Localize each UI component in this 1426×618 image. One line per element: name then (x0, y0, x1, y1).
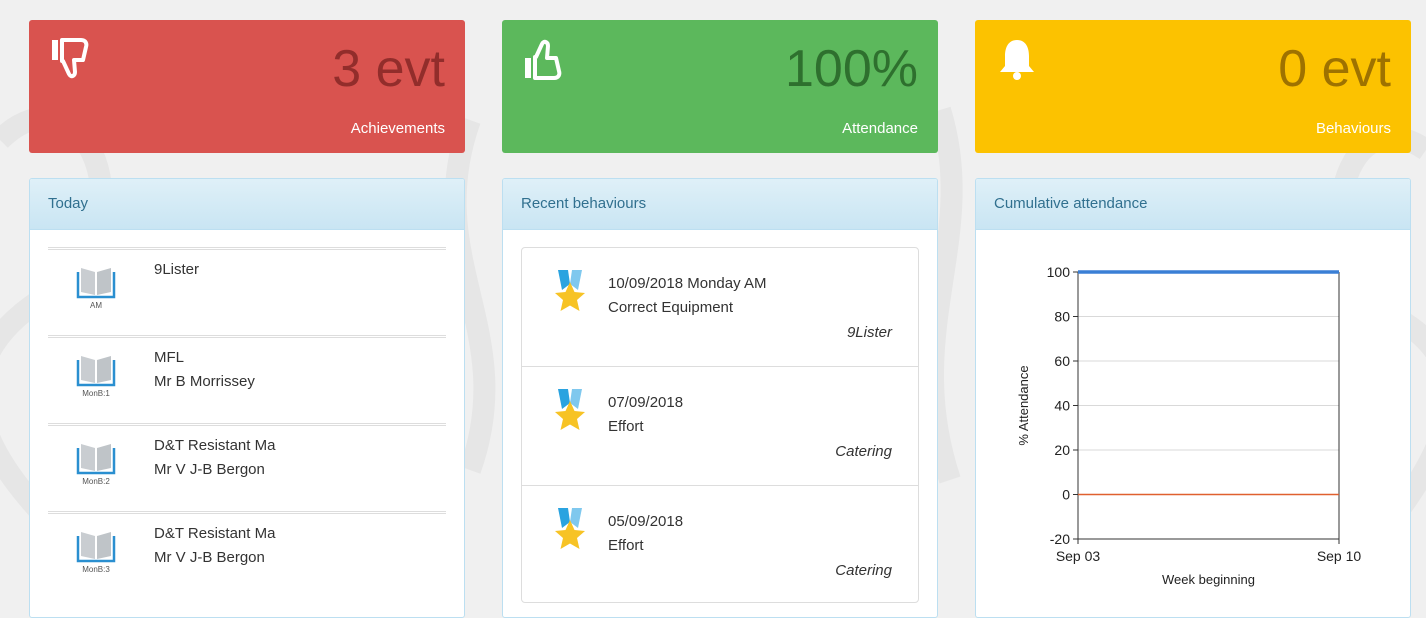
behaviours-tile[interactable]: 0 evt Behaviours (975, 20, 1411, 153)
behaviour-item[interactable]: 10/09/2018 Monday AM Correct Equipment 9… (522, 248, 918, 367)
cumulative-attendance-title: Cumulative attendance (976, 179, 1410, 230)
today-item-title: 9Lister (154, 261, 200, 278)
recent-behaviours-panel: Recent behaviours 10/09/2018 Monday AM C… (502, 178, 938, 618)
behaviour-location: 9Lister (846, 324, 892, 341)
attendance-tile[interactable]: 100% Attendance (502, 20, 938, 153)
achievements-label: Achievements (350, 120, 445, 137)
behaviour-location: Catering (835, 443, 892, 460)
medal-icon (555, 270, 585, 311)
cumulative-attendance-chart: -20 0 20 40 60 80 100 Sep 03 Sep 10 Week beginnin… (1016, 264, 1362, 587)
today-panel: Today AM 9Lister MonB:1 MFL Mr B Morriss… (29, 178, 465, 618)
behaviours-label: Behaviours (1315, 120, 1391, 137)
book-icon (76, 444, 116, 475)
achievements-tile[interactable]: 3 evt Achievements (29, 20, 465, 153)
book-icon (76, 356, 116, 387)
recent-behaviours-list: 10/09/2018 Monday AM Correct Equipment 9… (521, 247, 919, 603)
chart-y-tick-label: 0 (1062, 487, 1070, 503)
chart-x-tick-label: Sep 03 (1056, 548, 1101, 564)
behaviour-description: Effort (608, 418, 644, 435)
chart-y-tick-label: 100 (1047, 264, 1071, 280)
chart-y-tick-label: -20 (1050, 531, 1070, 547)
attendance-label: Attendance (842, 120, 918, 137)
today-list: AM 9Lister MonB:1 MFL Mr B Morrissey Mon… (48, 247, 446, 599)
thumbs-down-icon (52, 38, 89, 79)
behaviour-item[interactable]: 07/09/2018 Effort Catering (522, 367, 918, 486)
today-item-teacher: Mr V J-B Bergon (154, 549, 265, 566)
today-item-slot: MonB:2 (82, 477, 110, 486)
behaviour-item[interactable]: 05/09/2018 Effort Catering (522, 486, 918, 604)
behaviour-location: Catering (835, 562, 892, 579)
chart-y-tick-label: 60 (1054, 353, 1070, 369)
cumulative-attendance-panel: Cumulative attendance -20 0 20 40 60 80 100 Sep… (975, 178, 1411, 618)
behaviour-date: 07/09/2018 (608, 394, 684, 411)
behaviours-value: 0 evt (1278, 40, 1391, 98)
chart-y-axis-label: % Attendance (1016, 365, 1031, 445)
behaviour-date: 05/09/2018 (608, 513, 684, 530)
today-item-title: D&T Resistant Ma (154, 525, 276, 542)
recent-behaviours-title: Recent behaviours (503, 179, 937, 230)
today-item-title: D&T Resistant Ma (154, 437, 276, 454)
book-icon (76, 268, 116, 299)
medal-icon (555, 389, 585, 430)
book-icon (76, 532, 116, 563)
chart-y-tick-label: 40 (1054, 398, 1070, 414)
chart-x-axis-label: Week beginning (1162, 572, 1255, 587)
behaviour-description: Correct Equipment (608, 299, 734, 316)
bell-icon (1000, 40, 1034, 80)
today-item[interactable]: MonB:1 MFL Mr B Morrissey (48, 335, 446, 423)
chart-y-tick-label: 80 (1054, 309, 1070, 325)
medal-icon (555, 508, 585, 549)
today-item-slot: AM (90, 301, 102, 310)
today-item-slot: MonB:1 (82, 389, 110, 398)
today-item[interactable]: MonB:3 D&T Resistant Ma Mr V J-B Bergon (48, 511, 446, 599)
behaviour-date: 10/09/2018 Monday AM (608, 275, 767, 292)
today-item[interactable]: MonB:2 D&T Resistant Ma Mr V J-B Bergon (48, 423, 446, 511)
attendance-value: 100% (785, 40, 918, 98)
behaviour-description: Effort (608, 537, 644, 554)
thumbs-up-icon (525, 39, 562, 80)
today-item-teacher: Mr B Morrissey (154, 373, 255, 390)
today-item[interactable]: AM 9Lister (48, 247, 446, 335)
chart-y-tick-label: 20 (1054, 442, 1070, 458)
today-item-slot: MonB:3 (82, 565, 110, 574)
today-item-teacher: Mr V J-B Bergon (154, 461, 265, 478)
today-item-title: MFL (154, 349, 184, 366)
achievements-value: 3 evt (332, 40, 445, 98)
today-panel-title: Today (30, 179, 464, 230)
chart-x-tick-label: Sep 10 (1317, 548, 1362, 564)
